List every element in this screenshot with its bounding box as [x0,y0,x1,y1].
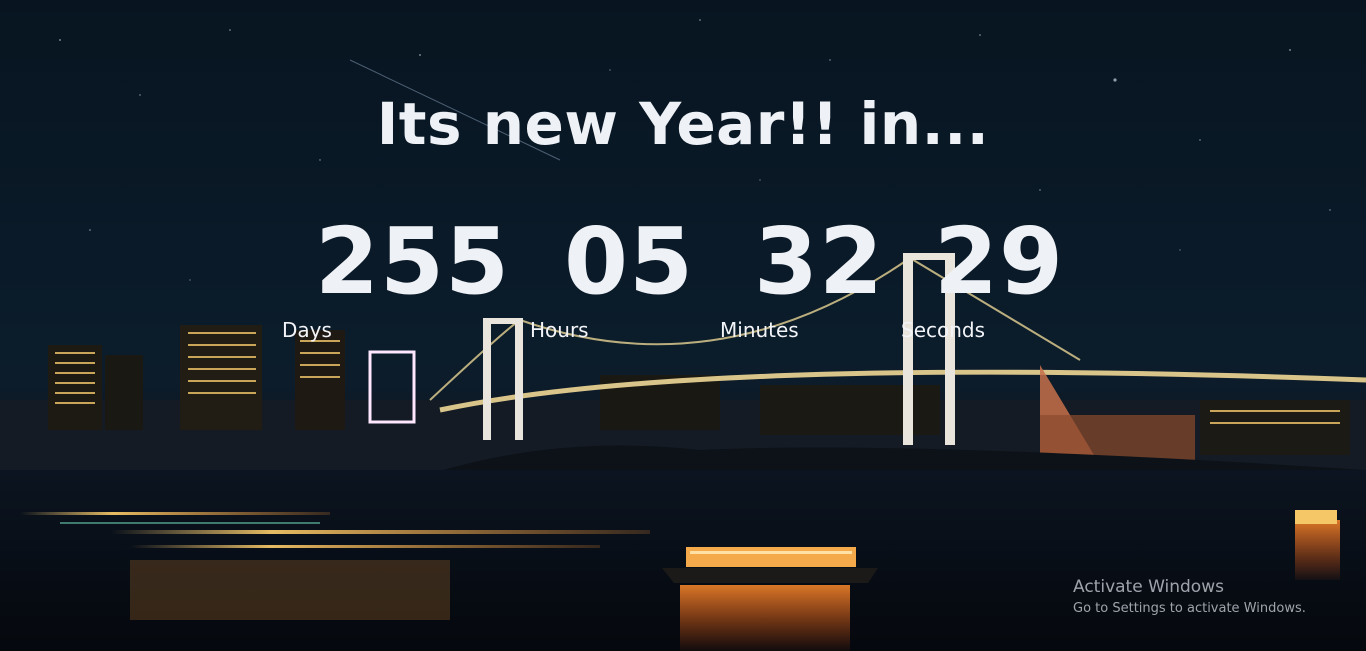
countdown-minutes: 32 [754,212,884,312]
minutes-value: 32 [754,208,885,315]
page-title: Its new Year!! in... [376,90,990,158]
hours-value: 05 [564,208,695,315]
activate-windows-watermark: Activate Windows Go to Settings to activ… [1073,577,1306,616]
watermark-subtitle: Go to Settings to activate Windows. [1073,601,1306,616]
hours-label: Hours [530,318,589,342]
minutes-label: Minutes [720,318,799,342]
countdown-seconds: 29 [934,212,1064,312]
countdown-hours: 05 [564,212,694,312]
seconds-value: 29 [934,208,1065,315]
watermark-title: Activate Windows [1073,577,1224,597]
days-label: Days [282,318,332,342]
seconds-label: Seconds [901,318,986,342]
days-value: 255 [315,208,511,315]
countdown-days: 255 [315,212,510,312]
